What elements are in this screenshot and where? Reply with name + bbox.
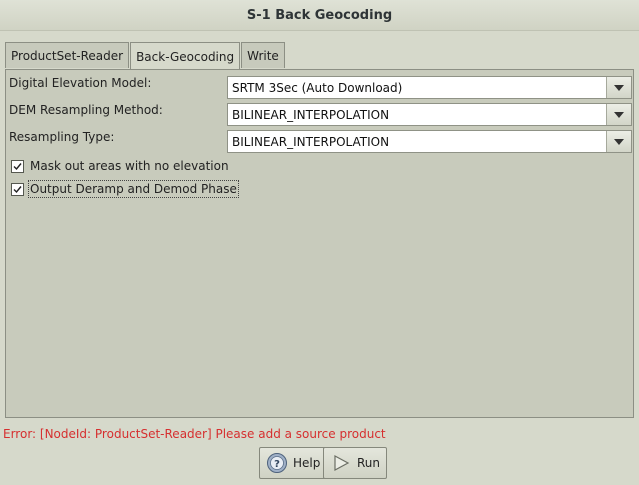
resampling-type-select[interactable]: BILINEAR_INTERPOLATION — [227, 130, 632, 153]
window-title: S-1 Back Geocoding — [0, 0, 639, 31]
help-button[interactable]: ? Help — [259, 447, 328, 479]
dem-resampling-select[interactable]: BILINEAR_INTERPOLATION — [227, 103, 632, 126]
tab-write[interactable]: Write — [241, 42, 285, 68]
dem-label: Digital Elevation Model: — [9, 76, 152, 90]
dem-resampling-label: DEM Resampling Method: — [9, 103, 163, 117]
svg-text:?: ? — [274, 459, 280, 470]
checkmark-icon — [13, 185, 22, 193]
parameters-panel: Digital Elevation Model: SRTM 3Sec (Auto… — [5, 69, 634, 418]
resampling-type-value: BILINEAR_INTERPOLATION — [232, 134, 390, 149]
tab-bar: ProductSet-Reader Back-Geocoding Write — [5, 42, 286, 70]
help-label: Help — [293, 456, 321, 470]
tab-productset-reader[interactable]: ProductSet-Reader — [5, 42, 130, 68]
checkmark-icon — [13, 162, 22, 170]
run-label: Run — [357, 456, 381, 470]
deramp-label: Output Deramp and Demod Phase — [28, 180, 239, 198]
deramp-checkbox[interactable] — [11, 182, 24, 196]
dem-value: SRTM 3Sec (Auto Download) — [232, 80, 403, 95]
mask-out-checkbox-row[interactable]: Mask out areas with no elevation — [11, 159, 229, 173]
dem-resampling-value: BILINEAR_INTERPOLATION — [232, 107, 390, 122]
play-icon — [330, 452, 352, 474]
deramp-checkbox-row[interactable]: Output Deramp and Demod Phase — [11, 180, 239, 198]
chevron-down-icon[interactable] — [606, 104, 631, 125]
resampling-type-label: Resampling Type: — [9, 130, 115, 144]
run-button[interactable]: Run — [323, 447, 388, 479]
help-icon: ? — [266, 452, 288, 474]
error-message: Error: [NodeId: ProductSet-Reader] Pleas… — [3, 427, 386, 441]
dem-select[interactable]: SRTM 3Sec (Auto Download) — [227, 76, 632, 99]
chevron-down-icon[interactable] — [606, 131, 631, 152]
tab-back-geocoding[interactable]: Back-Geocoding — [130, 42, 241, 70]
chevron-down-icon[interactable] — [606, 77, 631, 98]
mask-out-checkbox[interactable] — [11, 159, 24, 173]
mask-out-label: Mask out areas with no elevation — [30, 159, 229, 173]
